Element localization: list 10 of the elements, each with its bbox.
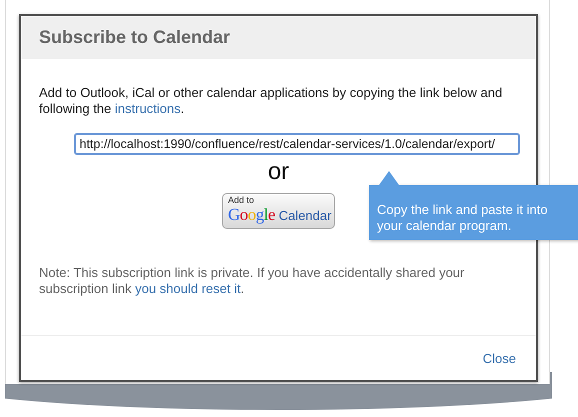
reset-link[interactable]: you should reset it xyxy=(135,281,241,296)
tooltip-text: Copy the link and paste it into your calendar program. xyxy=(377,202,548,233)
or-separator: or xyxy=(268,159,290,185)
intro-text: Add to Outlook, iCal or other calendar applications by copying the link below and following the instructions. xyxy=(39,85,504,117)
close-link[interactable]: Close xyxy=(482,350,516,366)
instructions-link[interactable]: instructions xyxy=(114,101,181,116)
note-text: Note: This subscription link is private. If you have accidentally shared your subscription link you should reset it. xyxy=(39,265,466,297)
add-to-google-calendar-button[interactable]: Add to Google Calendar xyxy=(222,193,335,229)
dialog-title: Subscribe to Calendar xyxy=(39,27,230,48)
link-field[interactable]: http://localhost:1990/confluence/rest/calendar-services/1.0/calendar/export/ xyxy=(74,133,520,155)
